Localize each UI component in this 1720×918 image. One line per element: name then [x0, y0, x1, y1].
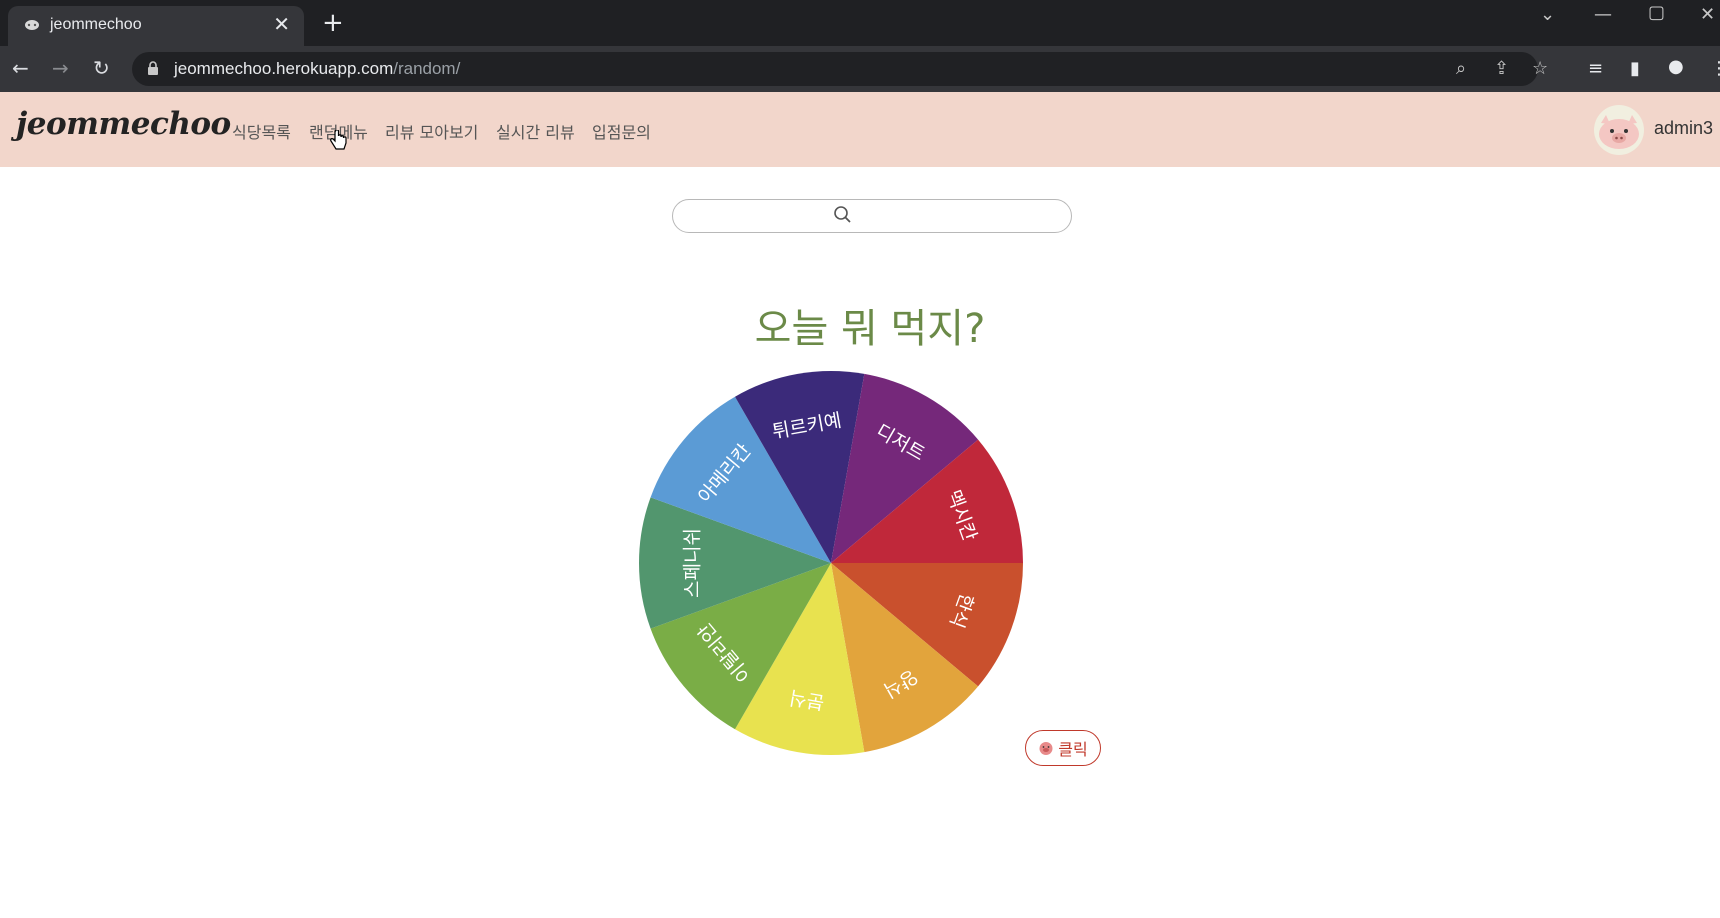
nav-restaurant-list[interactable]: 식당목록 [232, 119, 291, 143]
tab-title: jeommechoo [50, 16, 142, 33]
pointer-cursor-icon [330, 130, 347, 150]
nav-store-inquiry[interactable]: 입점문의 [592, 119, 651, 143]
roulette-wheel[interactable]: 한식양식분식이탈리안스페니쉬아메리칸튀르키예 디저트멕시칸 [638, 370, 1024, 756]
browser-tab[interactable]: jeommechoo ✕ [8, 6, 304, 46]
zoom-icon[interactable]: ⌕ [1456, 58, 1466, 79]
nav-live-review[interactable]: 실시간 리뷰 [496, 119, 575, 143]
share-icon[interactable]: ⇪ [1494, 58, 1509, 79]
media-icon[interactable]: ≡ [1588, 58, 1603, 79]
back-icon[interactable]: ← [12, 56, 29, 80]
nav-review-collection[interactable]: 리뷰 모아보기 [385, 119, 478, 143]
address-bar[interactable]: jeommechoo.herokuapp.com/random/ ⌕ ⇪ ☆ [132, 52, 1548, 86]
search-icon[interactable] [833, 205, 853, 225]
wheel-segment-label: 스페니쉬 [681, 528, 703, 598]
bookmark-star-icon[interactable]: ☆ [1532, 58, 1548, 79]
browser-tab-bar: jeommechoo ✕ + ⌄ — ▢ ✕ [0, 0, 1720, 46]
lock-icon [148, 61, 158, 75]
search-input[interactable] [672, 199, 1072, 233]
menu-icon[interactable]: ⋮ [1710, 58, 1720, 79]
browser-toolbar: ← → ↻ jeommechoo.herokuapp.com/random/ ⌕… [0, 46, 1720, 92]
spin-button[interactable]: 클릭 [1025, 730, 1101, 766]
site-logo[interactable]: jeommechoo [16, 106, 231, 142]
new-tab-icon[interactable]: + [322, 8, 344, 38]
pig-avatar-icon [1599, 115, 1639, 149]
pig-icon [1039, 742, 1053, 755]
site-favicon-icon [25, 20, 39, 30]
site-header: jeommechoo 식당목록 랜덤메뉴 리뷰 모아보기 실시간 리뷰 입점문의… [0, 92, 1720, 167]
reload-icon[interactable]: ↻ [93, 56, 110, 80]
maximize-icon[interactable]: ▢ [1648, 2, 1665, 23]
minimize-icon[interactable]: — [1594, 4, 1612, 25]
avatar[interactable] [1594, 105, 1644, 155]
spin-button-label: 클릭 [1058, 740, 1088, 759]
close-window-icon[interactable]: ✕ [1700, 4, 1715, 25]
url-text: jeommechoo.herokuapp.com/random/ [174, 59, 461, 78]
side-panel-icon[interactable]: ▮ [1630, 58, 1640, 79]
profile-icon[interactable]: ● [1668, 56, 1684, 77]
tab-close-icon[interactable]: ✕ [273, 12, 290, 37]
page-title: 오늘 뭐 먹지? [754, 306, 986, 352]
username[interactable]: admin3 [1654, 118, 1713, 139]
tab-search-icon[interactable]: ⌄ [1540, 4, 1555, 25]
forward-icon[interactable]: → [52, 56, 69, 80]
